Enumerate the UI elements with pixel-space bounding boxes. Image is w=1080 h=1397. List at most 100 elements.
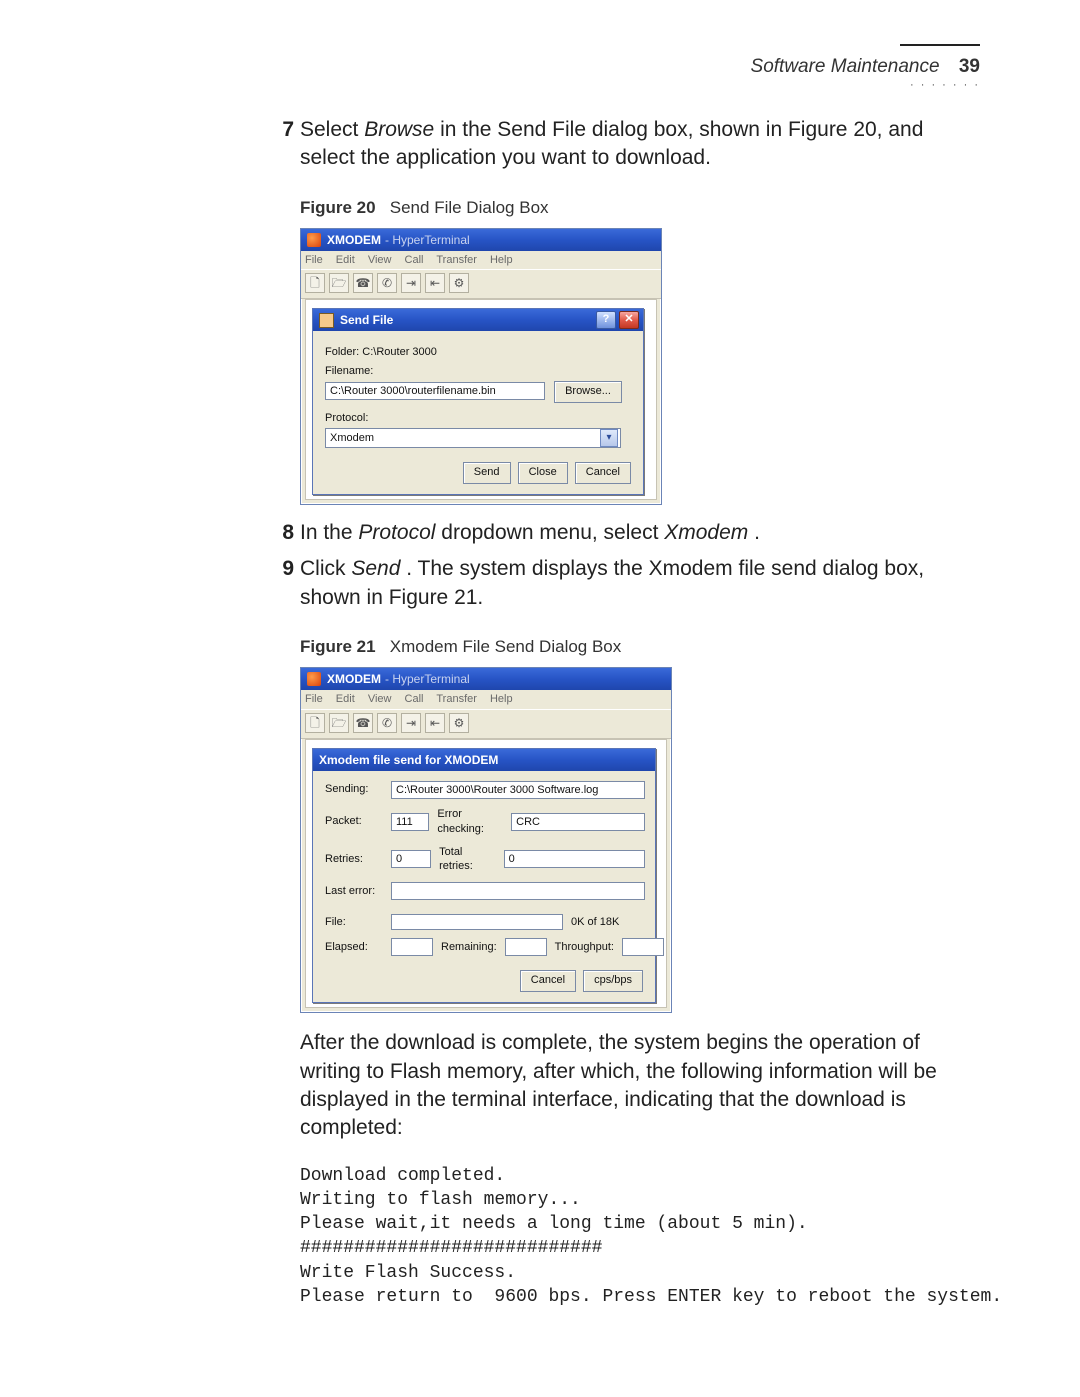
menu-view[interactable]: View	[368, 254, 392, 266]
fig20-label: Figure 20	[300, 198, 376, 217]
menu-transfer[interactable]: Transfer	[436, 254, 477, 266]
dialog-title: Xmodem file send for XMODEM	[319, 752, 498, 768]
s8-pre: In the	[300, 521, 358, 544]
menu-edit[interactable]: Edit	[336, 254, 355, 266]
dialog-title: Send File	[340, 312, 393, 328]
elapsed-value	[391, 938, 433, 956]
menu-help[interactable]: Help	[490, 693, 513, 705]
send-button[interactable]: Send	[463, 462, 511, 484]
client-area: Xmodem file send for XMODEM Sending: C:\…	[305, 739, 667, 1008]
page: Software Maintenance 39 · · · · · · · 7 …	[0, 0, 1080, 1397]
hangup-icon[interactable]: ✆	[377, 713, 397, 733]
menu-help[interactable]: Help	[490, 254, 513, 266]
remaining-value	[505, 938, 547, 956]
menu-file[interactable]: File	[305, 693, 323, 705]
step7-pre: Select	[300, 118, 364, 141]
close-button[interactable]: Close	[518, 462, 568, 484]
menu-view[interactable]: View	[368, 693, 392, 705]
open-icon[interactable]: 🗁	[329, 273, 349, 293]
toolbar: 🗋 🗁 ☎ ✆ ⇥ ⇤ ⚙	[301, 710, 671, 739]
step-number: 9	[272, 555, 294, 583]
s8-end: .	[754, 521, 760, 544]
lasterr-label: Last error:	[325, 884, 391, 899]
properties-icon[interactable]: ⚙	[449, 273, 469, 293]
filename-input[interactable]: C:\Router 3000\routerfilename.bin	[325, 382, 545, 400]
sending-label: Sending:	[325, 782, 391, 797]
cpsbps-button[interactable]: cps/bps	[583, 970, 643, 992]
menu-call[interactable]: Call	[405, 693, 424, 705]
totret-label: Total retries:	[439, 845, 495, 875]
new-icon[interactable]: 🗋	[305, 713, 325, 733]
tail-paragraph: After the download is complete, the syst…	[300, 1029, 980, 1142]
figure-20-caption: Figure 20 Send File Dialog Box	[300, 197, 980, 220]
properties-icon[interactable]: ⚙	[449, 713, 469, 733]
send-icon[interactable]: ⇥	[401, 273, 421, 293]
remaining-label: Remaining:	[441, 940, 497, 955]
menubar[interactable]: File Edit View Call Transfer Help	[301, 690, 671, 710]
title-sub: - HyperTerminal	[385, 671, 470, 687]
dialog-titlebar[interactable]: Send File ? ✕	[313, 309, 643, 331]
cancel-button[interactable]: Cancel	[575, 462, 631, 484]
step7-browse: Browse	[364, 118, 434, 141]
send-icon[interactable]: ⇥	[401, 713, 421, 733]
step-number: 7	[272, 116, 294, 144]
cancel-button[interactable]: Cancel	[520, 970, 576, 992]
hangup-icon[interactable]: ✆	[377, 273, 397, 293]
window-titlebar[interactable]: XMODEM - HyperTerminal	[301, 229, 661, 251]
open-icon[interactable]: 🗁	[329, 713, 349, 733]
menu-call[interactable]: Call	[405, 254, 424, 266]
receive-icon[interactable]: ⇤	[425, 713, 445, 733]
thru-label: Throughput:	[555, 940, 614, 955]
step-8: 8 In the Protocol dropdown menu, select …	[300, 519, 980, 547]
step-9: 9 Click Send . The system displays the X…	[300, 555, 980, 612]
file-label: File:	[325, 915, 391, 930]
window-titlebar[interactable]: XMODEM - HyperTerminal	[301, 668, 671, 690]
phone-icon[interactable]: ☎	[353, 273, 373, 293]
sending-value: C:\Router 3000\Router 3000 Software.log	[391, 781, 645, 799]
header-rule	[900, 44, 980, 46]
title-main: XMODEM	[327, 671, 381, 687]
lasterr-value	[391, 882, 645, 900]
menubar[interactable]: File Edit View Call Transfer Help	[301, 251, 661, 271]
menu-transfer[interactable]: Transfer	[436, 693, 477, 705]
client-area: Send File ? ✕ Folder: C:\Router 3000 Fil…	[305, 299, 657, 500]
folder-label: Folder: C:\Router 3000	[325, 346, 437, 358]
page-number: 39	[959, 56, 980, 77]
chevron-down-icon[interactable]: ▾	[600, 429, 618, 447]
dialog-icon	[319, 313, 334, 328]
menu-edit[interactable]: Edit	[336, 693, 355, 705]
app-icon	[307, 672, 321, 686]
browse-button[interactable]: Browse...	[554, 381, 622, 403]
hyperterminal-window-2: XMODEM - HyperTerminal File Edit View Ca…	[300, 667, 672, 1013]
title-main: XMODEM	[327, 232, 381, 248]
help-icon[interactable]: ?	[596, 311, 616, 329]
title-sub: - HyperTerminal	[385, 232, 470, 248]
step-number: 8	[272, 519, 294, 547]
figure-21-caption: Figure 21 Xmodem File Send Dialog Box	[300, 636, 980, 659]
app-icon	[307, 233, 321, 247]
dialog-titlebar[interactable]: Xmodem file send for XMODEM	[313, 749, 655, 771]
fig21-label: Figure 21	[300, 637, 376, 656]
packet-value: 111	[391, 813, 429, 831]
phone-icon[interactable]: ☎	[353, 713, 373, 733]
header-dots: · · · · · · ·	[910, 78, 980, 93]
thru-value	[622, 938, 664, 956]
elapsed-label: Elapsed:	[325, 940, 391, 955]
step-7: 7 Select Browse in the Send File dialog …	[300, 116, 980, 173]
retries-label: Retries:	[325, 852, 391, 867]
hyperterminal-window: XMODEM - HyperTerminal File Edit View Ca…	[300, 228, 662, 505]
receive-icon[interactable]: ⇤	[425, 273, 445, 293]
close-icon[interactable]: ✕	[619, 311, 639, 329]
xmodem-send-dialog: Xmodem file send for XMODEM Sending: C:\…	[312, 748, 656, 1003]
protocol-label: Protocol:	[325, 411, 631, 426]
menu-file[interactable]: File	[305, 254, 323, 266]
s9-send: Send	[351, 557, 400, 580]
toolbar: 🗋 🗁 ☎ ✆ ⇥ ⇤ ⚙	[301, 270, 661, 299]
progress-bar	[391, 914, 563, 930]
retries-value: 0	[391, 850, 431, 868]
new-icon[interactable]: 🗋	[305, 273, 325, 293]
totret-value: 0	[504, 850, 646, 868]
fig20-text: Send File Dialog Box	[390, 198, 549, 217]
s8-protocol: Protocol	[358, 521, 435, 544]
protocol-select[interactable]: Xmodem ▾	[325, 428, 621, 448]
